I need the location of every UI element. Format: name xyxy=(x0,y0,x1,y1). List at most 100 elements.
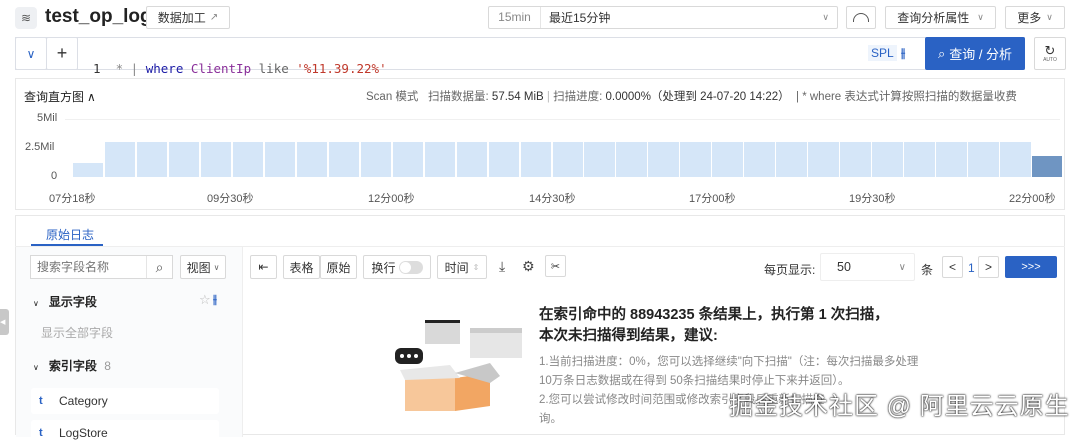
histogram-bar[interactable] xyxy=(328,141,360,177)
show-all-fields[interactable]: 显示全部字段 xyxy=(41,324,113,341)
y-tick-2.5mil: 2.5Mil xyxy=(25,141,55,153)
watermark: 掘金技术社区 @ 阿里云云原生 xyxy=(729,393,1070,420)
histogram-bar[interactable] xyxy=(808,142,839,177)
gridline xyxy=(65,119,1060,120)
histogram-bar[interactable] xyxy=(776,141,807,177)
view-dropdown[interactable]: 视图 ∨ xyxy=(180,255,226,279)
index-fields-header[interactable]: ∨ 索引字段 8 xyxy=(33,357,111,374)
magic-wand-icon: ✂ xyxy=(550,260,561,273)
speed-gauge-button[interactable] xyxy=(846,6,876,29)
toggle-switch[interactable] xyxy=(398,260,423,274)
collapse-sidebar-button[interactable]: ⇤ xyxy=(250,255,277,279)
field-search-input[interactable]: ⌕ xyxy=(30,255,173,279)
page-size-select[interactable]: 50 ∨ xyxy=(820,253,915,281)
indent-icon: ⇤ xyxy=(258,260,269,274)
data-process-button[interactable]: 数据加工 ↗ xyxy=(146,6,230,29)
histogram-bar[interactable] xyxy=(936,142,967,177)
histogram-bar[interactable] xyxy=(648,141,679,177)
histogram-bar[interactable] xyxy=(968,141,999,177)
histogram-bar[interactable] xyxy=(488,142,520,177)
page-size-unit: 条 xyxy=(921,263,934,277)
histogram-bar[interactable] xyxy=(840,141,871,177)
scan-info: Scan 模式 扫描数据量: 57.54 MiB | 扫描进度: 0.0000%… xyxy=(366,88,1017,104)
add-query-button[interactable]: + xyxy=(46,37,78,70)
star-icon[interactable]: ☆ xyxy=(199,292,211,308)
field-item-category[interactable]: t Category xyxy=(31,388,219,414)
settings-gear-icon[interactable]: ⚙ xyxy=(522,258,535,275)
query-properties-dropdown[interactable]: 查询分析属性 ∨ xyxy=(885,6,996,29)
histogram-bar[interactable] xyxy=(360,142,392,177)
search-icon[interactable]: ⌕ xyxy=(146,256,172,278)
field-name: Category xyxy=(59,394,108,408)
histogram-bar[interactable] xyxy=(104,142,136,177)
field-settings-icon[interactable]: ⫲ xyxy=(213,292,217,307)
histogram-bar[interactable] xyxy=(744,142,775,177)
query-properties-label: 查询分析属性 xyxy=(897,11,970,25)
x-tick: 17分00秒 xyxy=(689,193,736,205)
tools-button[interactable]: ✂ xyxy=(545,255,566,277)
filter-settings-icon[interactable]: ⫲ xyxy=(901,45,905,61)
text-type-icon: t xyxy=(39,395,43,407)
histogram-bar[interactable] xyxy=(520,141,551,177)
billing-note: | * where 表达式计算按照扫描的数据量收费 xyxy=(796,91,1017,103)
query-text[interactable]: 1 * | where ClientIp like '%11.39.22%' xyxy=(93,46,387,76)
histogram-bar[interactable] xyxy=(168,142,200,177)
scan-size: 57.54 MiB xyxy=(491,91,544,103)
download-icon[interactable]: ⤓ xyxy=(499,258,505,275)
histogram-bar[interactable] xyxy=(872,142,903,177)
chevron-down-icon: ∨ xyxy=(1046,12,1053,22)
histogram-bar[interactable] xyxy=(392,141,424,177)
scan-next-button[interactable]: >>> xyxy=(1005,256,1057,278)
page-title: test_op_log xyxy=(45,6,152,27)
histogram-bar[interactable] xyxy=(680,141,711,177)
time-sort-button[interactable]: 时间 ⇕ xyxy=(437,255,487,279)
histogram-bar[interactable] xyxy=(552,142,583,177)
time-range-picker[interactable]: 15min 最近15分钟 ∨ xyxy=(488,6,838,29)
refresh-icon: ↻ xyxy=(1044,43,1056,58)
histogram-bar[interactable] xyxy=(264,142,296,177)
gauge-icon xyxy=(853,13,869,22)
view-label: 视图 xyxy=(186,260,211,275)
raw-view-button[interactable]: 原始 xyxy=(320,255,357,279)
histogram-bar[interactable] xyxy=(456,141,488,177)
search-analyze-button[interactable]: ⌕ 查询 / 分析 xyxy=(925,37,1025,70)
scan-size-label: 扫描数据量: xyxy=(428,91,489,103)
data-process-label: 数据加工 xyxy=(157,11,206,25)
chevron-down-icon: ∨ xyxy=(33,299,39,308)
more-dropdown[interactable]: 更多 ∨ xyxy=(1005,6,1065,29)
histogram-bar[interactable] xyxy=(1000,142,1031,177)
histogram-bar[interactable] xyxy=(616,141,647,177)
tab-raw-logs[interactable]: 原始日志 xyxy=(46,226,94,243)
table-view-button[interactable]: 表格 xyxy=(283,255,320,279)
histogram-bar[interactable] xyxy=(200,141,232,177)
histogram-toggle[interactable]: 查询直方图 ∧ xyxy=(24,88,96,105)
wrap-toggle[interactable]: 换行 xyxy=(363,255,431,279)
sidebar-collapse-handle[interactable]: ◀ xyxy=(0,309,9,335)
histogram-bar[interactable] xyxy=(424,141,456,177)
histogram-bar[interactable] xyxy=(296,142,328,177)
field-item-logstore[interactable]: t LogStore xyxy=(31,420,219,446)
next-page-button[interactable]: > xyxy=(978,256,999,278)
spl-badge[interactable]: SPL xyxy=(868,45,897,61)
histogram-bar[interactable] xyxy=(232,142,264,177)
search-analyze-label: 查询 / 分析 xyxy=(949,47,1013,62)
histogram-bar[interactable] xyxy=(584,141,615,177)
histogram-bar[interactable] xyxy=(73,163,104,177)
query-pipe: | xyxy=(130,61,139,76)
field-search-box[interactable] xyxy=(31,260,146,274)
collapse-query-button[interactable]: ∨ xyxy=(15,37,47,70)
display-fields-header[interactable]: ∨ 显示字段 xyxy=(33,293,97,310)
prev-page-button[interactable]: < xyxy=(942,256,963,278)
histogram-bar[interactable] xyxy=(1032,156,1063,177)
index-count: 8 xyxy=(104,359,111,373)
display-fields-label: 显示字段 xyxy=(48,295,97,309)
tip-1: 1.当前扫描进度：0%，您可以选择继续"向下扫描"（注：每次扫描最多处理 xyxy=(539,356,919,368)
keyword-like: like xyxy=(258,61,289,76)
logstore-icon: ≋ xyxy=(15,7,37,29)
histogram-bar[interactable] xyxy=(712,141,743,177)
histogram-bar[interactable] xyxy=(136,141,168,177)
scan-progress: 0.0000%（处理到 24-07-20 14:22） xyxy=(605,91,790,103)
x-tick: 12分00秒 xyxy=(368,193,415,205)
auto-refresh-button[interactable]: ↻ AUTO xyxy=(1034,37,1066,70)
histogram-bar[interactable] xyxy=(904,141,935,177)
